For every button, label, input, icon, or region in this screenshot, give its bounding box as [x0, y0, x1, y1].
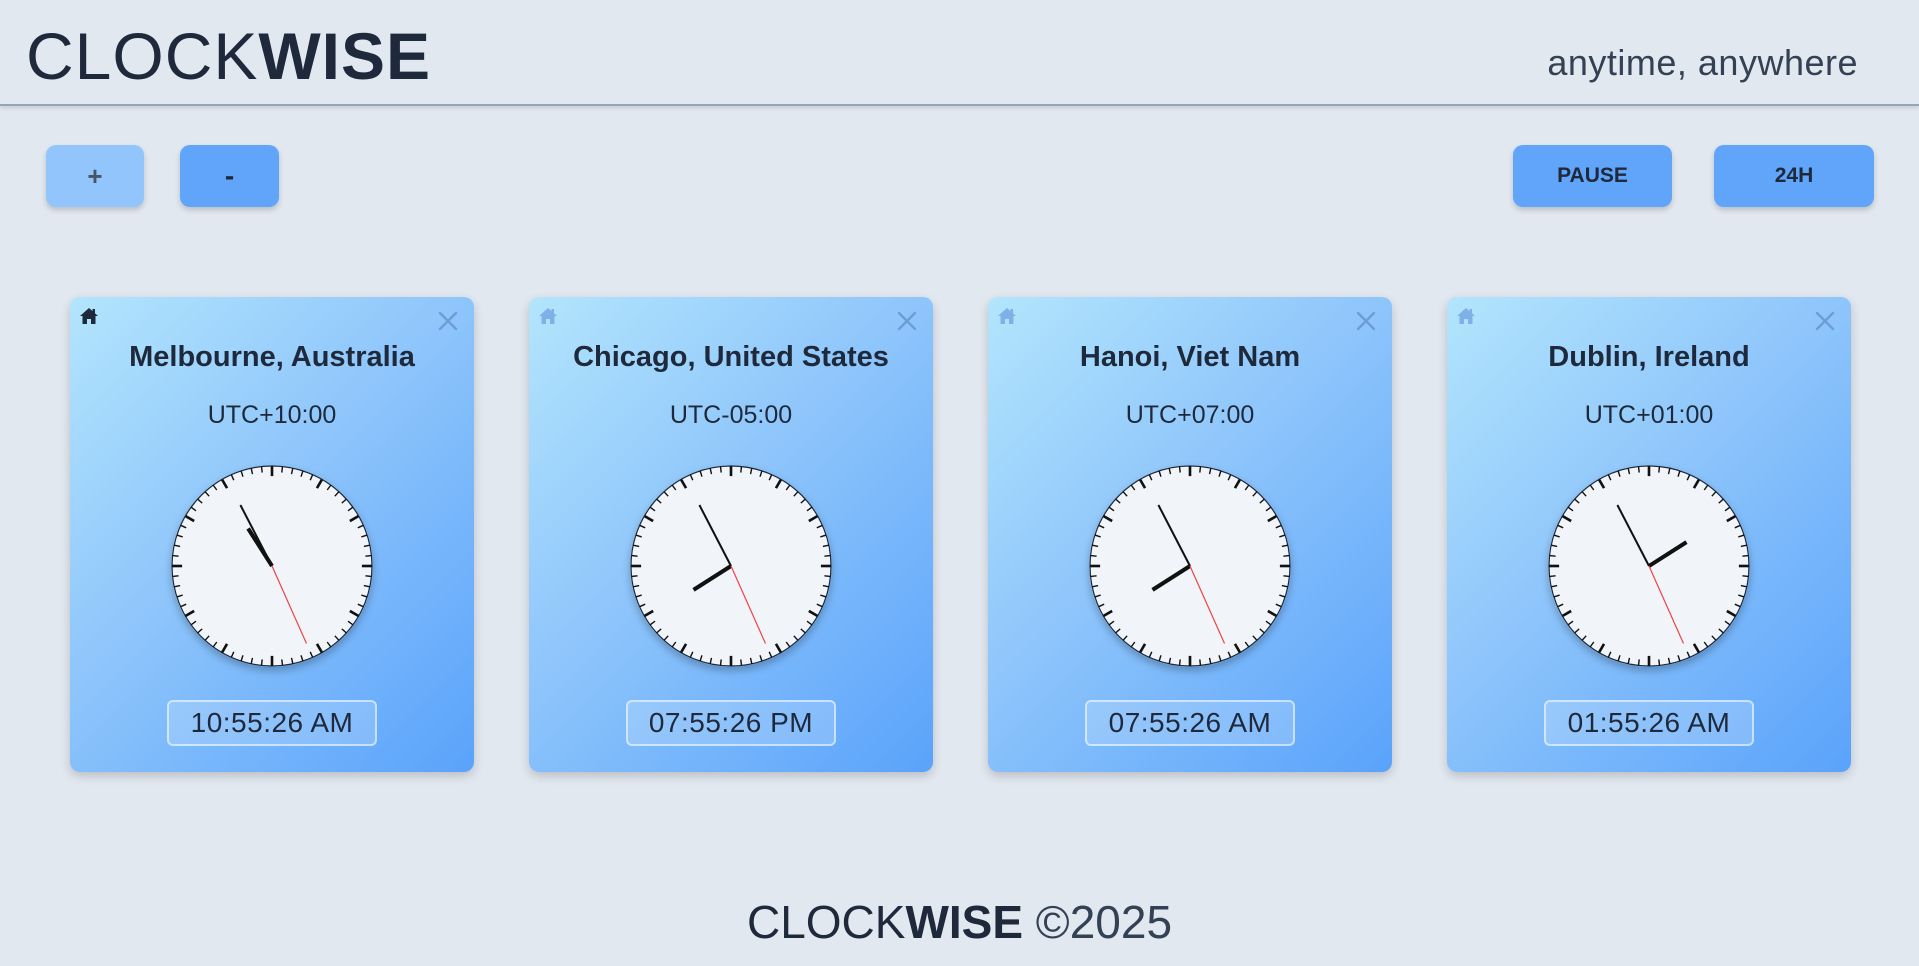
pause-button[interactable]: PAUSE	[1513, 145, 1672, 207]
clock-card: Dublin, Ireland UTC+01:00 01:55:26 AM	[1447, 297, 1851, 772]
footer-logo-bold: WISE	[905, 896, 1024, 948]
clock-city: Chicago, United States	[573, 341, 889, 373]
footer: CLOCKWISE ©2025	[0, 895, 1919, 949]
minute-tick	[719, 466, 722, 473]
digital-time: 01:55:26 AM	[1544, 700, 1754, 746]
minute-tick	[631, 554, 638, 557]
home-icon[interactable]	[79, 306, 99, 326]
minute-tick	[824, 575, 831, 578]
minute-tick	[1549, 575, 1556, 578]
minute-tick	[1742, 575, 1749, 578]
add-clock-button[interactable]: +	[46, 145, 144, 207]
close-icon[interactable]	[436, 309, 460, 333]
minute-tick	[740, 659, 743, 666]
minute-tick	[1549, 554, 1556, 557]
home-icon[interactable]	[997, 306, 1017, 326]
minute-tick	[1199, 659, 1202, 666]
minute-tick	[172, 575, 179, 578]
minute-tick	[1283, 575, 1290, 578]
minute-tick	[824, 554, 831, 557]
analog-clock	[171, 465, 373, 667]
minute-tick	[1658, 466, 1661, 473]
digital-time: 07:55:26 PM	[626, 700, 836, 746]
home-icon[interactable]	[538, 306, 558, 326]
time-format-button[interactable]: 24H	[1714, 145, 1874, 207]
clock-card: Melbourne, Australia UTC+10:00 10:55:26 AM	[70, 297, 474, 772]
logo-bold-text: WISE	[258, 19, 432, 93]
clock-card: Chicago, United States UTC-05:00 07:55:26 …	[529, 297, 933, 772]
minute-tick	[1178, 659, 1181, 666]
minute-tick	[1178, 466, 1181, 473]
clock-utc-offset: UTC+10:00	[207, 401, 337, 429]
analog-clock	[1548, 465, 1750, 667]
app-header: CLOCKWISE anytime, anywhere	[0, 0, 1919, 106]
clock-card: Hanoi, Viet Nam UTC+07:00 07:55:26 AM	[988, 297, 1392, 772]
minute-tick	[1199, 466, 1202, 473]
minute-tick	[631, 575, 638, 578]
minute-tick	[260, 659, 263, 666]
footer-logo-light: CLOCK	[746, 896, 906, 948]
minute-tick	[1090, 554, 1097, 557]
minute-tick	[365, 575, 372, 578]
minute-tick	[1742, 554, 1749, 557]
home-icon[interactable]	[1456, 306, 1476, 326]
app-logo: CLOCKWISE	[26, 16, 431, 96]
remove-clock-button[interactable]: -	[180, 145, 279, 207]
clock-utc-offset: UTC-05:00	[669, 401, 793, 429]
analog-clock	[1089, 465, 1291, 667]
minute-tick	[719, 659, 722, 666]
minute-tick	[260, 466, 263, 473]
analog-clock	[630, 465, 832, 667]
minute-tick	[1637, 659, 1640, 666]
minute-tick	[281, 466, 284, 473]
close-icon[interactable]	[895, 309, 919, 333]
close-icon[interactable]	[1354, 309, 1378, 333]
digital-time: 10:55:26 AM	[167, 700, 377, 746]
minute-tick	[740, 466, 743, 473]
minute-tick	[172, 554, 179, 557]
minute-tick	[1658, 659, 1661, 666]
digital-time: 07:55:26 AM	[1085, 700, 1295, 746]
minute-tick	[365, 554, 372, 557]
footer-copyright: ©2025	[1035, 896, 1173, 948]
tagline: anytime, anywhere	[1547, 42, 1858, 83]
clock-utc-offset: UTC+07:00	[1125, 401, 1255, 429]
clock-city: Dublin, Ireland	[1548, 341, 1750, 373]
logo-light-text: CLOCK	[26, 19, 259, 93]
minute-tick	[281, 659, 284, 666]
close-icon[interactable]	[1813, 309, 1837, 333]
clock-city: Hanoi, Viet Nam	[1079, 341, 1301, 373]
clock-utc-offset: UTC+01:00	[1584, 401, 1714, 429]
minute-tick	[1090, 575, 1097, 578]
clock-city: Melbourne, Australia	[129, 341, 415, 373]
minute-tick	[1637, 466, 1640, 473]
minute-tick	[1283, 554, 1290, 557]
